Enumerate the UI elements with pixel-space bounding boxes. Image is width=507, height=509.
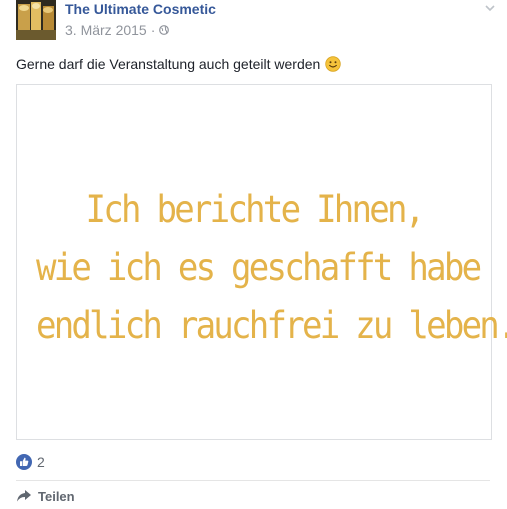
share-button[interactable]: Teilen (16, 487, 75, 505)
post-date[interactable]: 3. März 2015 (65, 22, 147, 38)
quote-line-1: Ich berichte Ihnen, (85, 188, 426, 231)
like-icon (16, 454, 32, 470)
post-text-row: Gerne darf die Veranstaltung auch geteil… (16, 56, 342, 72)
divider (16, 480, 490, 481)
quote-line-3: endlich rauchfrei zu leben. (35, 304, 507, 347)
globe-icon[interactable] (159, 25, 170, 35)
share-icon (17, 490, 31, 502)
author-name[interactable]: The Ultimate Cosmetic (65, 1, 216, 17)
avatar[interactable] (16, 0, 56, 40)
post-header: The Ultimate Cosmetic 3. März 2015 · (16, 0, 496, 44)
reactions-summary[interactable]: 2 (16, 452, 45, 472)
chevron-down-icon[interactable] (484, 2, 496, 14)
image-quote: Ich berichte Ihnen, wie ich es geschafft… (35, 181, 507, 355)
share-label: Teilen (38, 488, 75, 504)
meta-separator: · (150, 22, 156, 38)
reaction-count[interactable]: 2 (37, 454, 45, 470)
smiley-icon (325, 56, 342, 72)
post-message: Gerne darf die Veranstaltung auch geteil… (16, 56, 321, 72)
post-image[interactable]: Ich berichte Ihnen, wie ich es geschafft… (16, 84, 507, 440)
quote-line-2: wie ich es geschafft habe (35, 246, 482, 289)
post-meta: 3. März 2015 · (65, 22, 170, 38)
